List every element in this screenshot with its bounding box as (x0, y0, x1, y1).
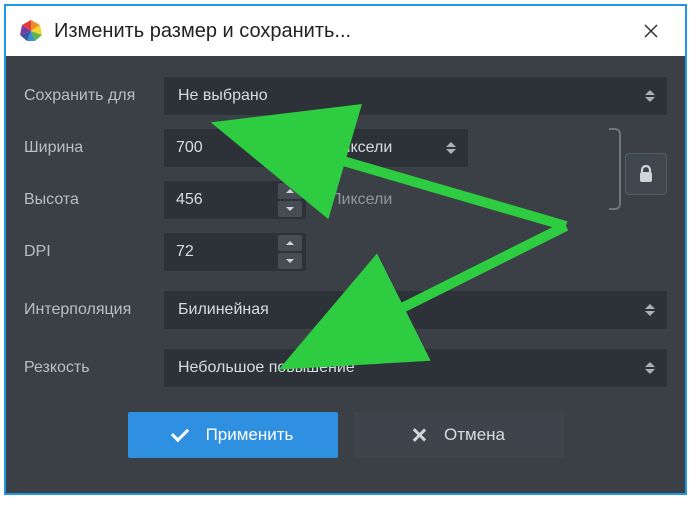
dialog-window: Изменить размер и сохранить... Сохранить… (4, 4, 687, 495)
dpi-input[interactable]: 72 (164, 233, 306, 271)
dropdown-arrows-icon (639, 349, 661, 387)
label-width: Ширина (24, 139, 154, 157)
height-step-up[interactable] (278, 183, 302, 199)
size-section: Ширина 700 Пиксели (24, 126, 667, 222)
label-sharpness: Резкость (24, 359, 154, 377)
row-height: Высота 456 Пиксели (24, 178, 605, 222)
width-unit-value: Пиксели (330, 139, 392, 157)
apply-label: Применить (206, 425, 294, 445)
height-step-down[interactable] (278, 201, 302, 217)
row-interpolation: Интерполяция Билинейная (24, 288, 667, 332)
interpolation-value: Билинейная (178, 301, 269, 319)
cancel-label: Отмена (444, 425, 505, 445)
cancel-button[interactable]: Отмена (354, 412, 564, 458)
dpi-step-up[interactable] (278, 235, 302, 251)
width-unit-dropdown[interactable]: Пиксели (316, 129, 468, 167)
row-sharpness: Резкость Небольшое повышение (24, 346, 667, 390)
label-interpolation: Интерполяция (24, 301, 154, 319)
dpi-step-down[interactable] (278, 253, 302, 269)
sharpness-dropdown[interactable]: Небольшое повышение (164, 349, 667, 387)
save-for-value: Не выбрано (178, 87, 268, 105)
save-for-dropdown[interactable]: Не выбрано (164, 77, 667, 115)
dialog-body: Сохранить для Не выбрано Ширина 700 (6, 56, 685, 493)
app-logo-icon (18, 18, 44, 44)
label-height: Высота (24, 191, 154, 209)
window-title: Изменить размер и сохранить... (54, 20, 619, 43)
sharpness-value: Небольшое повышение (178, 359, 355, 377)
row-width: Ширина 700 Пиксели (24, 126, 605, 170)
row-dpi: DPI 72 (24, 230, 667, 274)
dropdown-arrows-icon (440, 129, 462, 167)
apply-button[interactable]: Применить (128, 412, 338, 458)
height-value: 456 (176, 191, 203, 209)
label-save-for: Сохранить для (24, 87, 154, 105)
dropdown-arrows-icon (639, 77, 661, 115)
height-input[interactable]: 456 (164, 181, 306, 219)
width-step-up[interactable] (278, 131, 302, 147)
aspect-lock-bracket (609, 128, 621, 210)
width-input[interactable]: 700 (164, 129, 306, 167)
titlebar: Изменить размер и сохранить... (6, 6, 685, 56)
row-save-for: Сохранить для Не выбрано (24, 74, 667, 118)
check-icon (170, 424, 188, 442)
interpolation-dropdown[interactable]: Билинейная (164, 291, 667, 329)
dpi-value: 72 (176, 243, 194, 261)
close-icon (644, 24, 658, 38)
close-button[interactable] (629, 9, 673, 53)
aspect-lock-button[interactable] (625, 153, 667, 195)
x-icon (412, 428, 426, 442)
width-step-down[interactable] (278, 149, 302, 165)
dropdown-arrows-icon (639, 291, 661, 329)
label-dpi: DPI (24, 243, 154, 261)
button-bar: Применить Отмена (24, 412, 667, 458)
lock-icon (637, 164, 655, 184)
height-unit-label: Пиксели (316, 181, 468, 219)
width-value: 700 (176, 139, 203, 157)
